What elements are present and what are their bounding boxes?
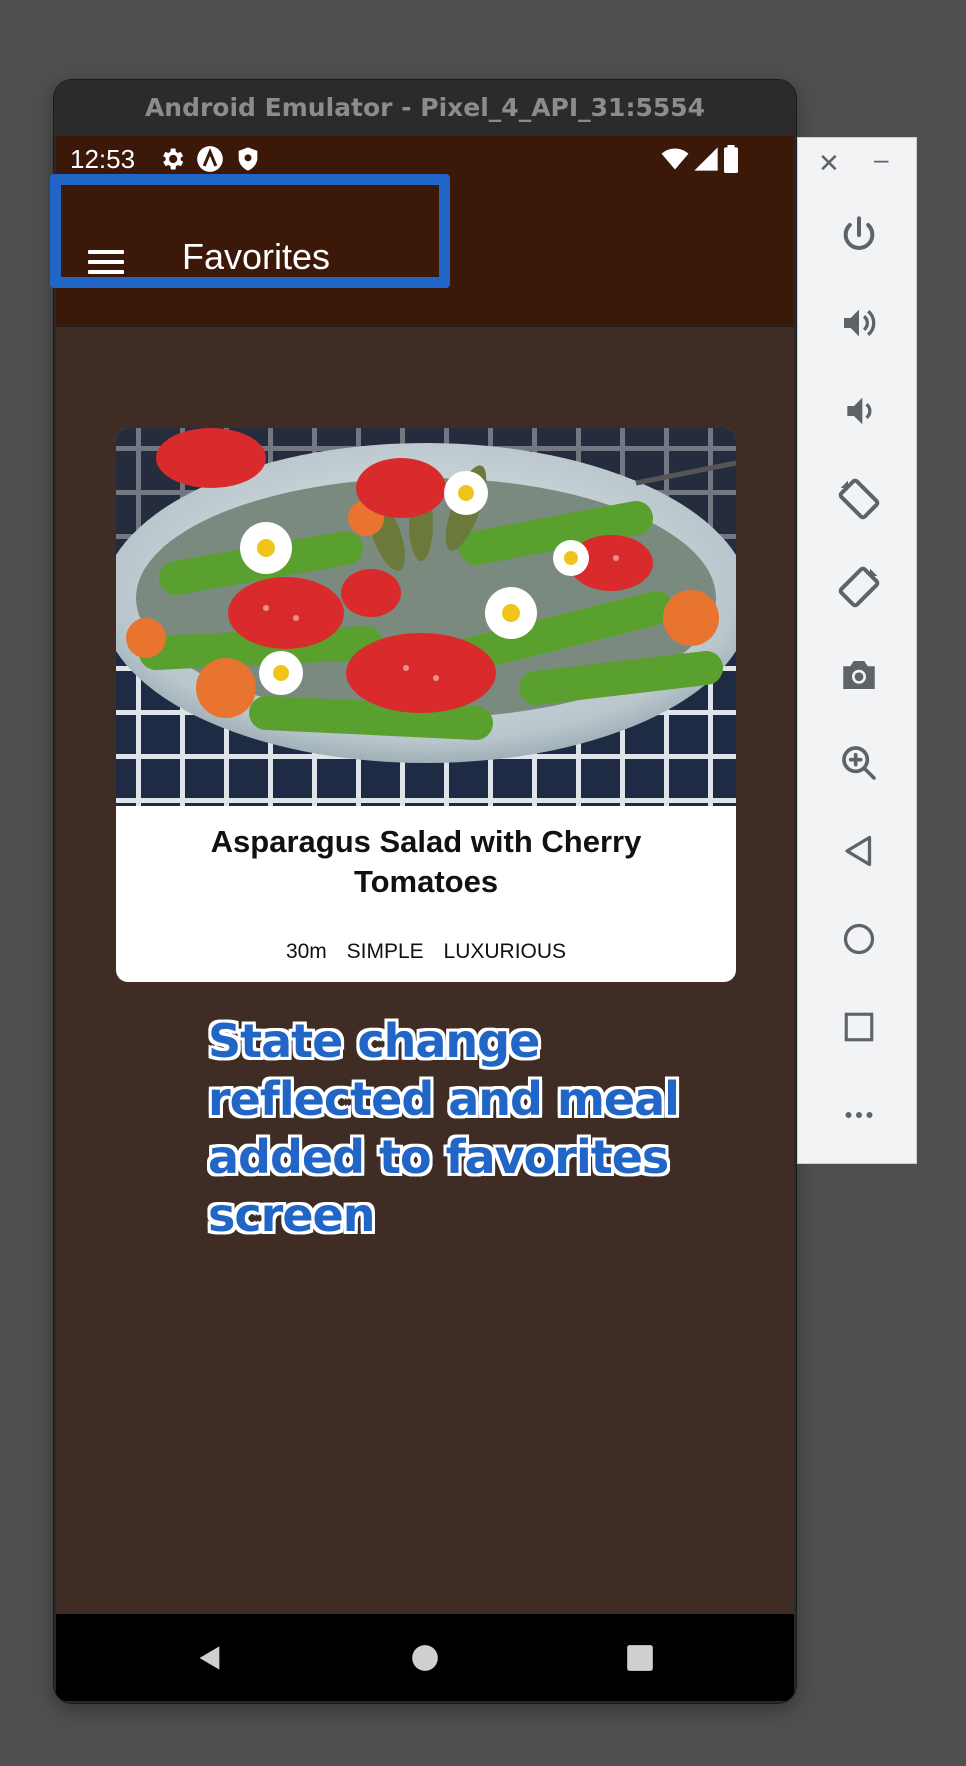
signal-icon [694, 147, 718, 171]
wifi-icon [661, 148, 689, 170]
volume-down-icon[interactable] [834, 386, 884, 436]
overview-icon[interactable] [834, 1002, 884, 1052]
system-nav-bar [56, 1614, 794, 1701]
annotation-text: State change reflected and meal added to… [208, 1014, 680, 1242]
meal-card[interactable]: Asparagus Salad with Cherry Tomatoes 30m… [116, 428, 736, 982]
emulator-side-toolbar: ✕ – [797, 137, 917, 1164]
more-icon[interactable] [834, 1090, 884, 1140]
home-icon[interactable] [834, 914, 884, 964]
meal-complexity: SIMPLE [346, 940, 424, 963]
back-icon[interactable] [196, 1644, 224, 1672]
zoom-icon[interactable] [834, 738, 884, 788]
meal-title: Asparagus Salad with Cherry Tomatoes [210, 824, 642, 899]
camera-icon[interactable] [834, 650, 884, 700]
recents-icon[interactable] [626, 1644, 654, 1672]
close-icon[interactable]: ✕ [818, 148, 840, 179]
back-icon[interactable] [834, 826, 884, 876]
meal-meta: 30m SIMPLE LUXURIOUS [116, 940, 736, 964]
rotate-left-icon[interactable] [834, 474, 884, 524]
shield-icon [238, 147, 258, 171]
meal-image [116, 428, 736, 806]
device-screen: 12:53 Favorites Asparagus Salad with Che… [56, 136, 794, 1701]
status-time: 12:53 [70, 144, 136, 174]
emulator-title: Android Emulator - Pixel_4_API_31:5554 [54, 80, 796, 136]
app-bar-divider [56, 324, 794, 327]
highlight-box [50, 174, 450, 288]
emulator-window: Android Emulator - Pixel_4_API_31:5554 1… [54, 80, 796, 1703]
meal-affordability: LUXURIOUS [443, 940, 567, 963]
side-toolbar-header: ✕ – [798, 138, 918, 188]
a-badge-icon [197, 146, 223, 172]
minimize-icon[interactable]: – [874, 144, 888, 175]
home-icon[interactable] [411, 1644, 439, 1672]
battery-icon [724, 145, 738, 173]
power-icon[interactable] [834, 210, 884, 260]
volume-up-icon[interactable] [834, 298, 884, 348]
settings-icon [163, 148, 184, 170]
meal-duration: 30m [285, 940, 327, 963]
rotate-right-icon[interactable] [834, 562, 884, 612]
